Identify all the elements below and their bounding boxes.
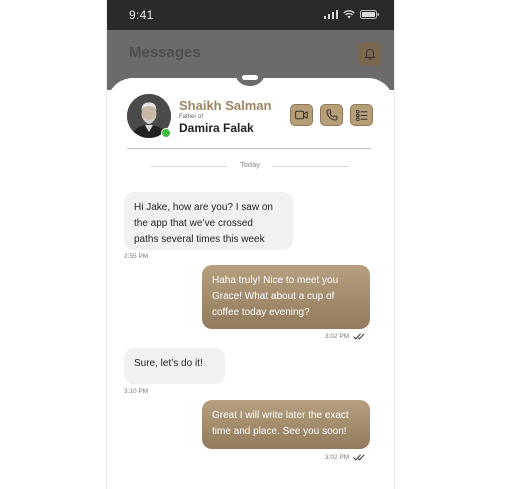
- message-meta: 3:02 PM: [325, 454, 367, 461]
- day-separator-line-right: [273, 166, 349, 167]
- message-meta: 3:02 PM: [325, 333, 367, 340]
- wifi-icon: [343, 10, 355, 19]
- details-list-button[interactable]: [350, 104, 373, 126]
- message-time: 2:55 PM: [124, 253, 149, 260]
- message-bubble-incoming[interactable]: Sure, let’s do it!: [124, 348, 225, 384]
- contact-name: Shaikh Salman: [179, 98, 272, 113]
- message-time: 3:02 PM: [325, 333, 350, 340]
- bell-icon: [364, 48, 376, 60]
- header-divider: [127, 148, 371, 149]
- double-check-icon: [353, 454, 365, 461]
- message-text: Sure, let’s do it!: [134, 358, 203, 369]
- message-bubble-outgoing[interactable]: Great I will write later the exact time …: [202, 400, 370, 449]
- status-icons: [323, 9, 381, 19]
- battery-icon: [360, 10, 380, 19]
- video-call-icon: [295, 110, 308, 120]
- message-time: 3:10 PM: [124, 388, 149, 395]
- phone-call-button[interactable]: [320, 104, 343, 126]
- contact-header: Shaikh Salman Father of Damira Falak: [127, 94, 377, 140]
- drag-handle[interactable]: [242, 75, 258, 80]
- double-check-icon: [353, 333, 365, 340]
- online-status-dot: [161, 128, 171, 138]
- list-icon: [355, 109, 367, 121]
- day-separator-label: Today: [239, 160, 260, 169]
- page-title: Messages: [129, 44, 201, 61]
- message-text: Hi Jake, how are you? I saw on the app t…: [134, 202, 273, 245]
- phone-call-icon: [326, 109, 337, 121]
- status-bar: 9:41: [107, 0, 394, 30]
- message-text: Haha truly! Nice to meet you Grace! What…: [212, 275, 339, 318]
- message-time: 3:02 PM: [325, 454, 350, 461]
- child-name: Damira Falak: [179, 121, 254, 135]
- day-separator: Today: [151, 160, 349, 172]
- notifications-button[interactable]: [358, 42, 382, 66]
- message-bubble-outgoing[interactable]: Haha truly! Nice to meet you Grace! What…: [202, 265, 370, 329]
- message-bubble-incoming[interactable]: Hi Jake, how are you? I saw on the app t…: [124, 192, 293, 250]
- relation-label: Father of: [179, 114, 204, 120]
- video-call-button[interactable]: [290, 104, 313, 126]
- signal-icon: [323, 9, 338, 19]
- message-text: Great I will write later the exact time …: [212, 410, 349, 437]
- phone-frame: 9:41 Messages Shaikh Salman Father of Da…: [107, 0, 394, 489]
- status-time: 9:41: [129, 8, 154, 22]
- chat-sheet: Shaikh Salman Father of Damira Falak Tod…: [107, 72, 394, 489]
